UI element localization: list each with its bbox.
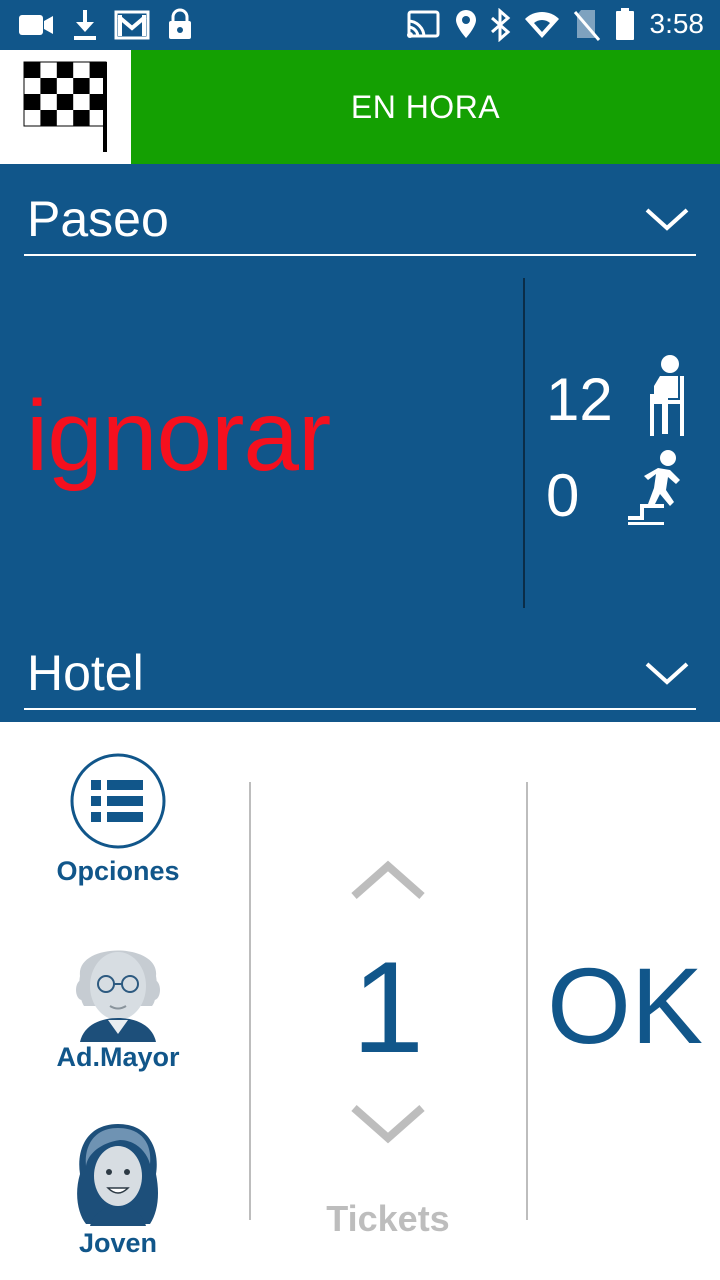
- list-icon: [70, 753, 166, 849]
- video-camera-icon: [19, 15, 53, 35]
- senior-avatar-icon: [76, 950, 160, 1042]
- increase-tickets-button[interactable]: [350, 860, 426, 902]
- download-icon: [74, 10, 96, 40]
- battery-icon: [616, 8, 634, 40]
- top-bar: EN HORA: [0, 50, 720, 164]
- options-label: Opciones: [56, 856, 180, 886]
- trip-panel: Paseo ignorar 12 0 Hotel: [0, 164, 720, 722]
- gmail-icon: [114, 10, 150, 40]
- checkered-flag-icon: [23, 61, 107, 152]
- schedule-status-banner: EN HORA: [131, 50, 720, 164]
- clock: 3:58: [649, 8, 705, 39]
- destination-select[interactable]: Hotel: [24, 645, 696, 710]
- column-divider-right: [526, 782, 528, 1220]
- standing-count: 0: [546, 462, 580, 529]
- panel-divider: [523, 278, 525, 608]
- no-sim-icon: [573, 10, 601, 41]
- seated-passenger-icon: [650, 355, 684, 436]
- decrease-tickets-button[interactable]: [350, 1102, 426, 1144]
- ticket-count: 1: [351, 934, 425, 1080]
- bluetooth-icon: [491, 8, 511, 42]
- wifi-icon: [525, 11, 559, 38]
- flag-button[interactable]: [0, 50, 131, 164]
- status-bar: 3:58: [0, 0, 720, 50]
- ticket-area: Opciones Ad.Mayor Joven 1 Tickets OK: [0, 722, 720, 1280]
- boarding-passenger-icon: [628, 450, 680, 525]
- senior-label: Ad.Mayor: [56, 1042, 180, 1072]
- young-label: Joven: [78, 1228, 158, 1258]
- chevron-down-icon: [645, 208, 689, 231]
- seated-count: 12: [546, 366, 613, 433]
- ok-button[interactable]: OK: [540, 952, 710, 1060]
- column-divider-left: [249, 782, 251, 1220]
- location-pin-icon: [456, 10, 476, 38]
- lock-icon: [169, 8, 191, 39]
- young-avatar-icon: [77, 1124, 158, 1226]
- chevron-down-icon: [645, 662, 689, 685]
- cast-icon: [407, 10, 440, 38]
- trip-message: ignorar: [26, 380, 331, 492]
- tickets-label: Tickets: [326, 1198, 450, 1239]
- origin-select[interactable]: Paseo: [24, 191, 696, 256]
- destination-label: Hotel: [27, 645, 144, 701]
- origin-label: Paseo: [27, 191, 169, 247]
